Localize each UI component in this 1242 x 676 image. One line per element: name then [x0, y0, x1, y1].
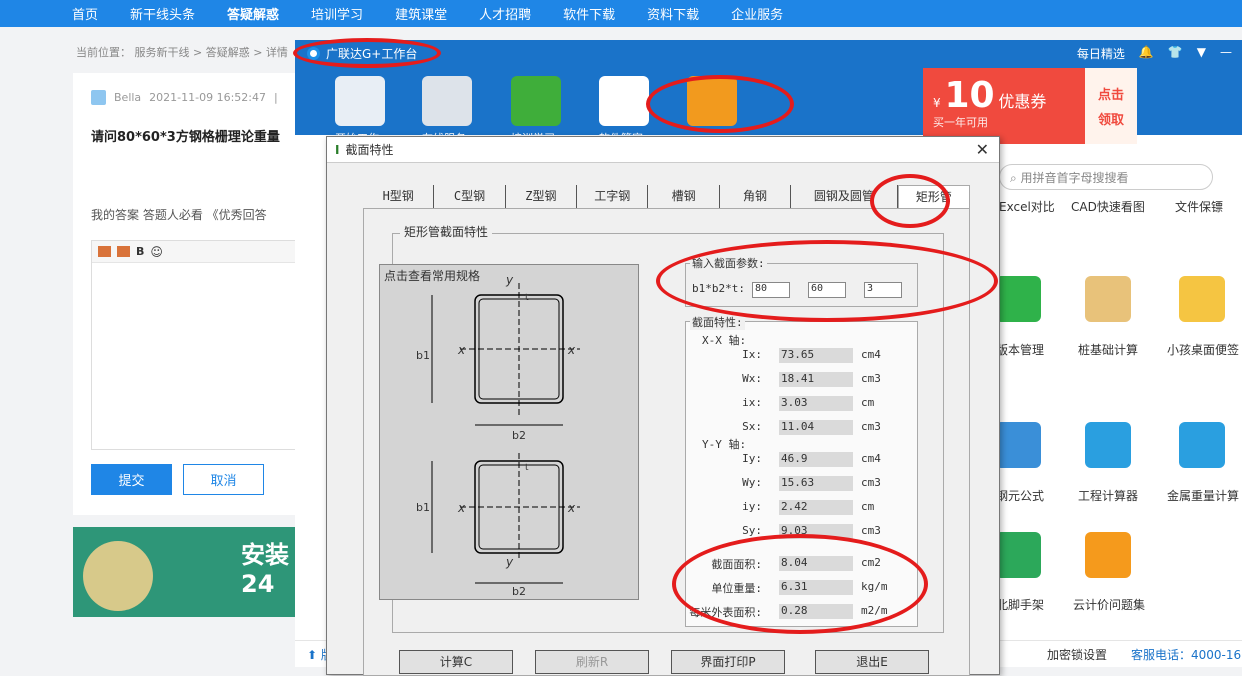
nav-enterprise[interactable]: 企业服务 — [731, 4, 783, 23]
top-nav: 首页 新干线头条 答疑解惑 培训学习 建筑课堂 人才招聘 软件下载 资料下载 企… — [0, 0, 1242, 27]
i-beam-icon: I — [335, 142, 340, 157]
image-icon[interactable] — [98, 246, 111, 257]
coupon-claim-button[interactable]: 点击 领取 — [1085, 68, 1137, 144]
rect-tube-diagram — [431, 283, 580, 584]
tab-c-steel[interactable]: C型钢 — [434, 185, 506, 208]
user-name[interactable]: Bella — [114, 91, 141, 104]
tab-angle[interactable]: 角钢 — [720, 185, 792, 208]
daily-picks-link[interactable]: 每日精选 — [1077, 45, 1125, 62]
question-card: Bella 2021-11-09 16:52:47 | 请问80*60*3方钢格… — [73, 73, 301, 515]
answer-editor[interactable]: B ☺ — [91, 240, 301, 450]
app-label-version[interactable]: 版本管理 — [996, 341, 1044, 358]
nav-jobs[interactable]: 人才招聘 — [479, 4, 531, 23]
nav-training[interactable]: 培训学习 — [311, 4, 363, 23]
question-title: 请问80*60*3方钢格栅理论重量 — [91, 130, 280, 145]
app-label-pile[interactable]: 桩基础计算 — [1078, 341, 1138, 358]
calculate-button[interactable]: 计算C — [399, 650, 513, 674]
annotation-oval — [870, 174, 950, 228]
editor-toolbar: B ☺ — [92, 241, 300, 263]
breadcrumb: 当前位置： 服务新干线 > 答疑解惑 > 详情 — [76, 46, 288, 59]
yy-axis-title: Y-Y 轴: — [702, 438, 747, 451]
skin-icon[interactable]: 👕 — [1168, 45, 1183, 62]
nav-home[interactable]: 首页 — [72, 4, 98, 23]
user-line: Bella 2021-11-09 16:52:47 | — [91, 90, 278, 105]
coupon-amount: 10 — [944, 75, 995, 116]
app-label-formula[interactable]: 钢元公式 — [996, 487, 1044, 504]
app-label-cloud[interactable]: 云计价问题集 — [1073, 596, 1145, 613]
emoji-icon[interactable]: ☺ — [150, 245, 163, 259]
tab-z-steel[interactable]: Z型钢 — [506, 185, 578, 208]
close-icon[interactable]: ✕ — [976, 140, 989, 159]
service-icon[interactable] — [422, 76, 472, 126]
menu-down-icon[interactable]: ▼ — [1197, 45, 1206, 62]
header-right-controls: 每日精选 🔔 👕 ▼ — — [1077, 45, 1232, 62]
xx-axis-title: X-X 轴: — [702, 334, 747, 347]
app-label-scaffold[interactable]: 北脚手架 — [996, 596, 1044, 613]
annotation-oval — [293, 38, 441, 68]
exit-button[interactable]: 退出E — [815, 650, 929, 674]
tab-channel[interactable]: 槽钢 — [648, 185, 720, 208]
bell-icon[interactable]: 🔔 — [1139, 45, 1154, 62]
answer-tabs[interactable]: 我的答案 答题人必看 《优秀回答 — [91, 206, 267, 223]
cloud-pricing-icon[interactable] — [1085, 532, 1131, 578]
pile-calc-icon[interactable] — [1085, 276, 1131, 322]
monitor-icon[interactable] — [335, 76, 385, 126]
post-time: 2021-11-09 16:52:47 — [149, 91, 266, 104]
annotation-oval — [646, 75, 794, 133]
scaffold-icon[interactable] — [995, 532, 1041, 578]
banner-text: 安装 24 — [241, 541, 289, 598]
ad-banner[interactable]: 安装 24 — [73, 527, 295, 617]
formula-icon[interactable] — [995, 422, 1041, 468]
nav-software[interactable]: 软件下载 — [563, 4, 615, 23]
metal-weight-icon[interactable] — [1179, 422, 1225, 468]
annotation-oval — [656, 240, 998, 322]
version-manager-icon[interactable] — [995, 276, 1041, 322]
separator: | — [274, 91, 278, 104]
calculator-icon[interactable] — [1085, 422, 1131, 468]
coupon-unit: 优惠券 — [998, 92, 1047, 111]
app-label-sticky[interactable]: 小孩桌面便签 — [1167, 341, 1239, 358]
cancel-button[interactable]: 取消 — [183, 464, 264, 495]
tab-i-beam[interactable]: 工字钢 — [577, 185, 649, 208]
coupon-banner[interactable]: ¥ 10 优惠券 买一年可用 点击 领取 — [923, 68, 1137, 144]
app-label-calculator[interactable]: 工程计算器 — [1078, 487, 1138, 504]
nav-qa[interactable]: 答疑解惑 — [227, 4, 279, 23]
service-phone: 客服电话：4000-166 — [1131, 648, 1242, 662]
dialog-titlebar: I 截面特性 ✕ — [327, 137, 999, 163]
minimize-icon[interactable]: — — [1220, 45, 1232, 62]
app-label-excel[interactable]: Excel对比 — [999, 198, 1055, 215]
banner-graphic — [83, 541, 153, 611]
tab-h-steel[interactable]: H型钢 — [363, 185, 435, 208]
training-icon[interactable] — [511, 76, 561, 126]
lock-settings-link[interactable]: 加密锁设置 — [1047, 646, 1107, 663]
refresh-button[interactable]: 刷新R — [535, 650, 649, 674]
software-manager-icon[interactable] — [599, 76, 649, 126]
nav-downloads[interactable]: 资料下载 — [647, 4, 699, 23]
dialog-title: 截面特性 — [345, 143, 394, 157]
print-button[interactable]: 界面打印P — [671, 650, 785, 674]
app-search-input[interactable]: ⌕ 用拼音首字母搜搜看 — [999, 164, 1213, 190]
avatar — [91, 90, 106, 105]
submit-button[interactable]: 提交 — [91, 464, 172, 495]
annotation-oval — [672, 534, 928, 634]
bold-button[interactable]: B — [136, 245, 144, 258]
app-label-file-guard[interactable]: 文件保镖 — [1175, 198, 1223, 215]
coupon-yen: ¥ — [933, 96, 941, 110]
nav-classroom[interactable]: 建筑课堂 — [395, 4, 447, 23]
app-label-metal[interactable]: 金属重量计算 — [1167, 487, 1239, 504]
group-title: 矩形管截面特性 — [400, 223, 493, 240]
props-title: 截面特性: — [690, 314, 745, 330]
coupon-sub: 买一年可用 — [933, 116, 988, 129]
nav-headlines[interactable]: 新干线头条 — [130, 4, 195, 23]
picture-icon[interactable] — [117, 246, 130, 257]
app-label-cad[interactable]: CAD快速看图 — [1071, 198, 1145, 215]
section-drawing[interactable]: 点击查看常用规格 y x x t b1 b2 x x t b1 y b2 — [379, 264, 639, 600]
sticky-note-icon[interactable] — [1179, 276, 1225, 322]
